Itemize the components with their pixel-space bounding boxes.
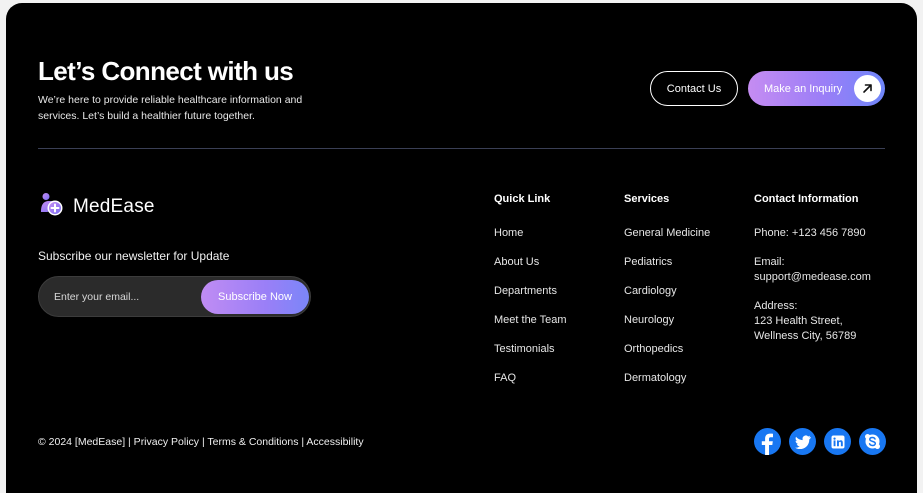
services-title: Services [624, 193, 670, 205]
email-value[interactable]: support@medease.com [754, 270, 871, 285]
cta-title: Let’s Connect with us [38, 56, 294, 86]
contact-info-column: Contact Information Phone: +123 456 7890… [754, 193, 871, 358]
brand-name: MedEase [73, 196, 155, 217]
address-line-1: 123 Health Street, [754, 315, 843, 327]
address-label: Address: [754, 300, 798, 312]
service-orthopedics[interactable]: Orthopedics [624, 342, 710, 371]
quick-links-column: Quick Link Home About Us Departments Mee… [494, 193, 567, 400]
quick-links-title: Quick Link [494, 193, 551, 205]
service-pediatrics[interactable]: Pediatrics [624, 255, 710, 284]
email-label: Email: [754, 256, 785, 268]
quick-link-departments[interactable]: Departments [494, 284, 567, 313]
address-line-2: Wellness City, 56789 [754, 330, 857, 342]
facebook-icon[interactable] [754, 428, 781, 455]
quick-link-faq[interactable]: FAQ [494, 371, 567, 400]
quick-link-about[interactable]: About Us [494, 255, 567, 284]
contact-phone: Phone: +123 456 7890 [754, 226, 871, 241]
cta-subtitle: We’re here to provide reliable healthcar… [38, 94, 303, 122]
newsletter-title: Subscribe our newsletter for Update [38, 249, 230, 263]
make-inquiry-button[interactable]: Make an Inquiry [748, 71, 885, 106]
copyright-text: © 2024 [MedEase] | Privacy Policy | Term… [38, 436, 364, 448]
newsletter-form: Subscribe Now [38, 276, 311, 317]
services-column: Services General Medicine Pediatrics Car… [624, 193, 710, 400]
social-links [754, 428, 886, 455]
service-neurology[interactable]: Neurology [624, 313, 710, 342]
skype-icon[interactable] [859, 428, 886, 455]
twitter-icon[interactable] [789, 428, 816, 455]
quick-link-home[interactable]: Home [494, 226, 567, 255]
email-input[interactable] [54, 288, 194, 306]
medical-plus-icon [38, 191, 65, 223]
brand[interactable]: MedEase [38, 191, 155, 223]
service-cardiology[interactable]: Cardiology [624, 284, 710, 313]
contact-info-title: Contact Information [754, 193, 859, 205]
contact-us-button[interactable]: Contact Us [650, 71, 738, 106]
make-inquiry-label: Make an Inquiry [764, 82, 843, 95]
service-general-medicine[interactable]: General Medicine [624, 226, 710, 255]
service-dermatology[interactable]: Dermatology [624, 371, 710, 400]
phone-text: Phone: +123 456 7890 [754, 227, 866, 239]
divider [38, 148, 885, 149]
quick-link-team[interactable]: Meet the Team [494, 313, 567, 342]
linkedin-icon[interactable] [824, 428, 851, 455]
site-footer: Let’s Connect with us We’re here to prov… [6, 3, 917, 493]
arrow-up-right-icon [854, 75, 881, 102]
subscribe-button[interactable]: Subscribe Now [201, 280, 309, 314]
contact-email: Email: support@medease.com [754, 255, 871, 285]
contact-address: Address: 123 Health Street, Wellness Cit… [754, 299, 871, 344]
quick-link-testimonials[interactable]: Testimonials [494, 342, 567, 371]
